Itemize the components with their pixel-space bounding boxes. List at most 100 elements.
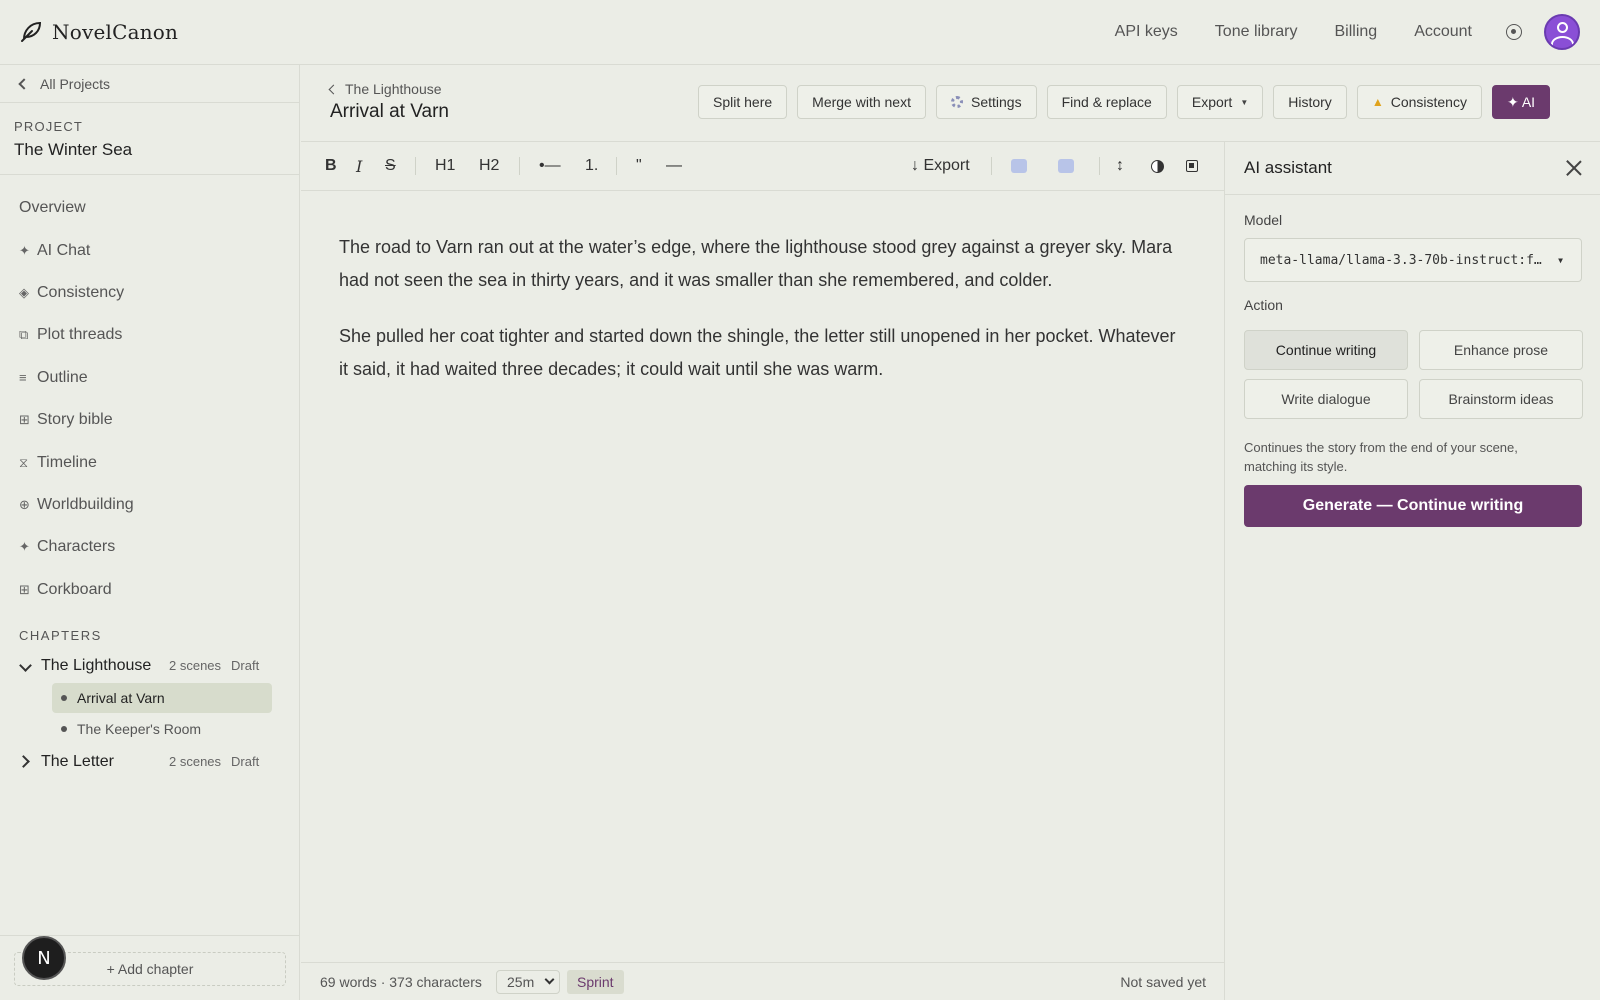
globe-icon: ⊕ bbox=[19, 496, 30, 512]
sidebar-item-label: Characters bbox=[37, 538, 116, 556]
nav-account[interactable]: Account bbox=[1414, 23, 1472, 41]
sidebar-item-ai-chat[interactable]: ✦ AI Chat bbox=[0, 229, 299, 271]
button-label: Merge with next bbox=[812, 94, 911, 110]
caret-down-icon: ▼ bbox=[1240, 97, 1249, 107]
model-label: Model bbox=[1244, 212, 1283, 228]
undo-icon[interactable] bbox=[1011, 159, 1027, 173]
settings-button[interactable]: Settings bbox=[935, 85, 1037, 119]
scene-the-keepers-room[interactable]: The Keeper's Room bbox=[52, 714, 272, 744]
italic-button[interactable]: I bbox=[356, 157, 362, 176]
breadcrumb[interactable]: The Lighthouse bbox=[328, 81, 442, 97]
heading-1-button[interactable]: H1 bbox=[435, 157, 455, 175]
nav-api-keys[interactable]: API keys bbox=[1115, 23, 1178, 41]
scene-header: The Lighthouse Arrival at Varn Split her… bbox=[301, 65, 1600, 142]
button-label: Settings bbox=[970, 94, 1022, 110]
find-replace-button[interactable]: Find & replace bbox=[1046, 85, 1167, 119]
sprint-timer-select[interactable]: 25m bbox=[496, 970, 560, 994]
chevron-down-icon bbox=[544, 974, 555, 985]
history-button[interactable]: History bbox=[1273, 85, 1347, 119]
scene-arrival-at-varn[interactable]: Arrival at Varn bbox=[52, 682, 272, 713]
sidebar-item-story-bible[interactable]: ⊞ Story bible bbox=[0, 399, 299, 441]
brand[interactable]: NovelCanon bbox=[18, 19, 178, 45]
bullet-icon bbox=[61, 694, 67, 701]
heading-2-button[interactable]: H2 bbox=[479, 157, 499, 175]
user-avatar[interactable] bbox=[1544, 14, 1580, 50]
editor-area[interactable]: The road to Varn ran out at the water’s … bbox=[301, 191, 1224, 962]
toolbar-divider bbox=[616, 157, 617, 175]
format-toolbar: B I S H1 H2 •— 1. " — ↓ Export ↕ bbox=[301, 142, 1224, 191]
line-height-icon[interactable]: ↕ bbox=[1116, 157, 1124, 175]
sidebar-item-timeline[interactable]: ⧖ Timeline bbox=[0, 441, 299, 483]
chapter-status: Draft bbox=[231, 754, 260, 770]
chevron-down-icon[interactable] bbox=[19, 659, 32, 673]
focus-mode-icon[interactable] bbox=[1186, 160, 1198, 172]
consistency-button[interactable]: ▲ Consistency bbox=[1356, 85, 1482, 119]
help-icon[interactable] bbox=[1506, 24, 1522, 40]
model-select[interactable]: meta-llama/llama-3.3-70b-instruct:f… ▼ bbox=[1244, 238, 1582, 282]
nav-tone-library[interactable]: Tone library bbox=[1215, 23, 1298, 41]
grid-icon: ⊞ bbox=[19, 581, 30, 597]
gear-icon bbox=[950, 96, 963, 108]
sprint-button[interactable]: Sprint bbox=[567, 970, 624, 994]
chevron-right-icon[interactable] bbox=[17, 755, 30, 769]
project-label: PROJECT bbox=[14, 119, 84, 134]
nav-billing[interactable]: Billing bbox=[1335, 23, 1378, 41]
chapter-status: Draft bbox=[231, 658, 260, 674]
top-bar: NovelCanon API keys Tone library Billing… bbox=[0, 0, 1600, 65]
paragraph[interactable]: The road to Varn ran out at the water’s … bbox=[339, 231, 1186, 297]
caret-down-icon: ▼ bbox=[1558, 255, 1563, 265]
sidebar-item-characters[interactable]: ✦ Characters bbox=[0, 526, 299, 568]
scene-actions: Split here Merge with next Settings Find… bbox=[698, 85, 1560, 119]
action-enhance-prose[interactable]: Enhance prose bbox=[1419, 330, 1583, 370]
sidebar-item-plot-threads[interactable]: ⧉ Plot threads bbox=[0, 314, 299, 356]
action-description: Continues the story from the end of your… bbox=[1244, 440, 1518, 474]
sidebar-item-corkboard[interactable]: ⊞ Corkboard bbox=[0, 569, 299, 611]
sparkle-icon: ✦ bbox=[19, 539, 30, 555]
button-label: Split here bbox=[713, 94, 773, 110]
floating-n-badge[interactable]: N bbox=[22, 936, 66, 980]
sidebar-item-consistency[interactable]: ◈ Consistency bbox=[0, 272, 299, 314]
action-continue-writing[interactable]: Continue writing bbox=[1244, 330, 1408, 370]
quote-button[interactable]: " bbox=[636, 157, 642, 175]
sidebar-nav: Overview ✦ AI Chat ◈ Consistency ⧉ Plot … bbox=[0, 175, 299, 611]
toolbar-divider bbox=[519, 157, 520, 175]
toolbar-divider bbox=[415, 157, 416, 175]
bold-button[interactable]: B bbox=[325, 157, 337, 175]
word-count: 69 words · 373 characters bbox=[320, 973, 482, 990]
avatar-head-icon bbox=[1557, 22, 1568, 33]
project-info: PROJECT The Winter Sea bbox=[0, 103, 299, 175]
split-here-button[interactable]: Split here bbox=[698, 85, 788, 119]
redo-icon[interactable] bbox=[1058, 159, 1074, 173]
sidebar-item-worldbuilding[interactable]: ⊕ Worldbuilding bbox=[0, 484, 299, 526]
sparkle-icon: ✦ bbox=[19, 242, 30, 258]
strikethrough-button[interactable]: S bbox=[385, 157, 396, 175]
ai-toggle-button[interactable]: ✦ AI bbox=[1491, 85, 1551, 119]
horizontal-rule-button[interactable]: — bbox=[666, 157, 682, 175]
action-brainstorm-ideas[interactable]: Brainstorm ideas bbox=[1419, 379, 1583, 419]
sidebar-item-label: Corkboard bbox=[37, 580, 112, 598]
export-button[interactable]: ↓ Export bbox=[911, 157, 970, 175]
sidebar-item-label: Plot threads bbox=[37, 326, 123, 344]
action-write-dialogue[interactable]: Write dialogue bbox=[1244, 379, 1408, 419]
avatar-body-icon bbox=[1551, 36, 1574, 48]
generate-button[interactable]: Generate — Continue writing bbox=[1244, 485, 1582, 527]
merge-with-next-button[interactable]: Merge with next bbox=[797, 85, 926, 119]
bullet-icon bbox=[61, 725, 67, 732]
button-label: ✦ AI bbox=[1506, 93, 1536, 110]
button-label: Consistency bbox=[1390, 94, 1467, 110]
export-dropdown-button[interactable]: Export ▼ bbox=[1176, 85, 1264, 119]
all-projects-link[interactable]: All Projects bbox=[0, 65, 299, 103]
chapter-the-lighthouse[interactable]: The Lighthouse 2 scenes Draft bbox=[0, 649, 299, 683]
timer-value: 25m bbox=[507, 974, 535, 990]
close-icon[interactable] bbox=[1566, 160, 1582, 176]
scene-name: The Keeper's Room bbox=[77, 720, 202, 737]
chapter-the-letter[interactable]: The Letter 2 scenes Draft bbox=[0, 745, 299, 779]
contrast-icon[interactable] bbox=[1151, 159, 1164, 173]
sidebar-item-outline[interactable]: ≡ Outline bbox=[0, 357, 299, 399]
numbered-list-button[interactable]: 1. bbox=[585, 157, 598, 175]
paragraph[interactable]: She pulled her coat tighter and started … bbox=[339, 320, 1186, 386]
sidebar-item-label: AI Chat bbox=[37, 241, 91, 259]
bullet-list-button[interactable]: •— bbox=[539, 157, 561, 175]
toolbar-divider bbox=[1099, 157, 1100, 175]
sidebar-item-overview[interactable]: Overview bbox=[0, 187, 299, 229]
